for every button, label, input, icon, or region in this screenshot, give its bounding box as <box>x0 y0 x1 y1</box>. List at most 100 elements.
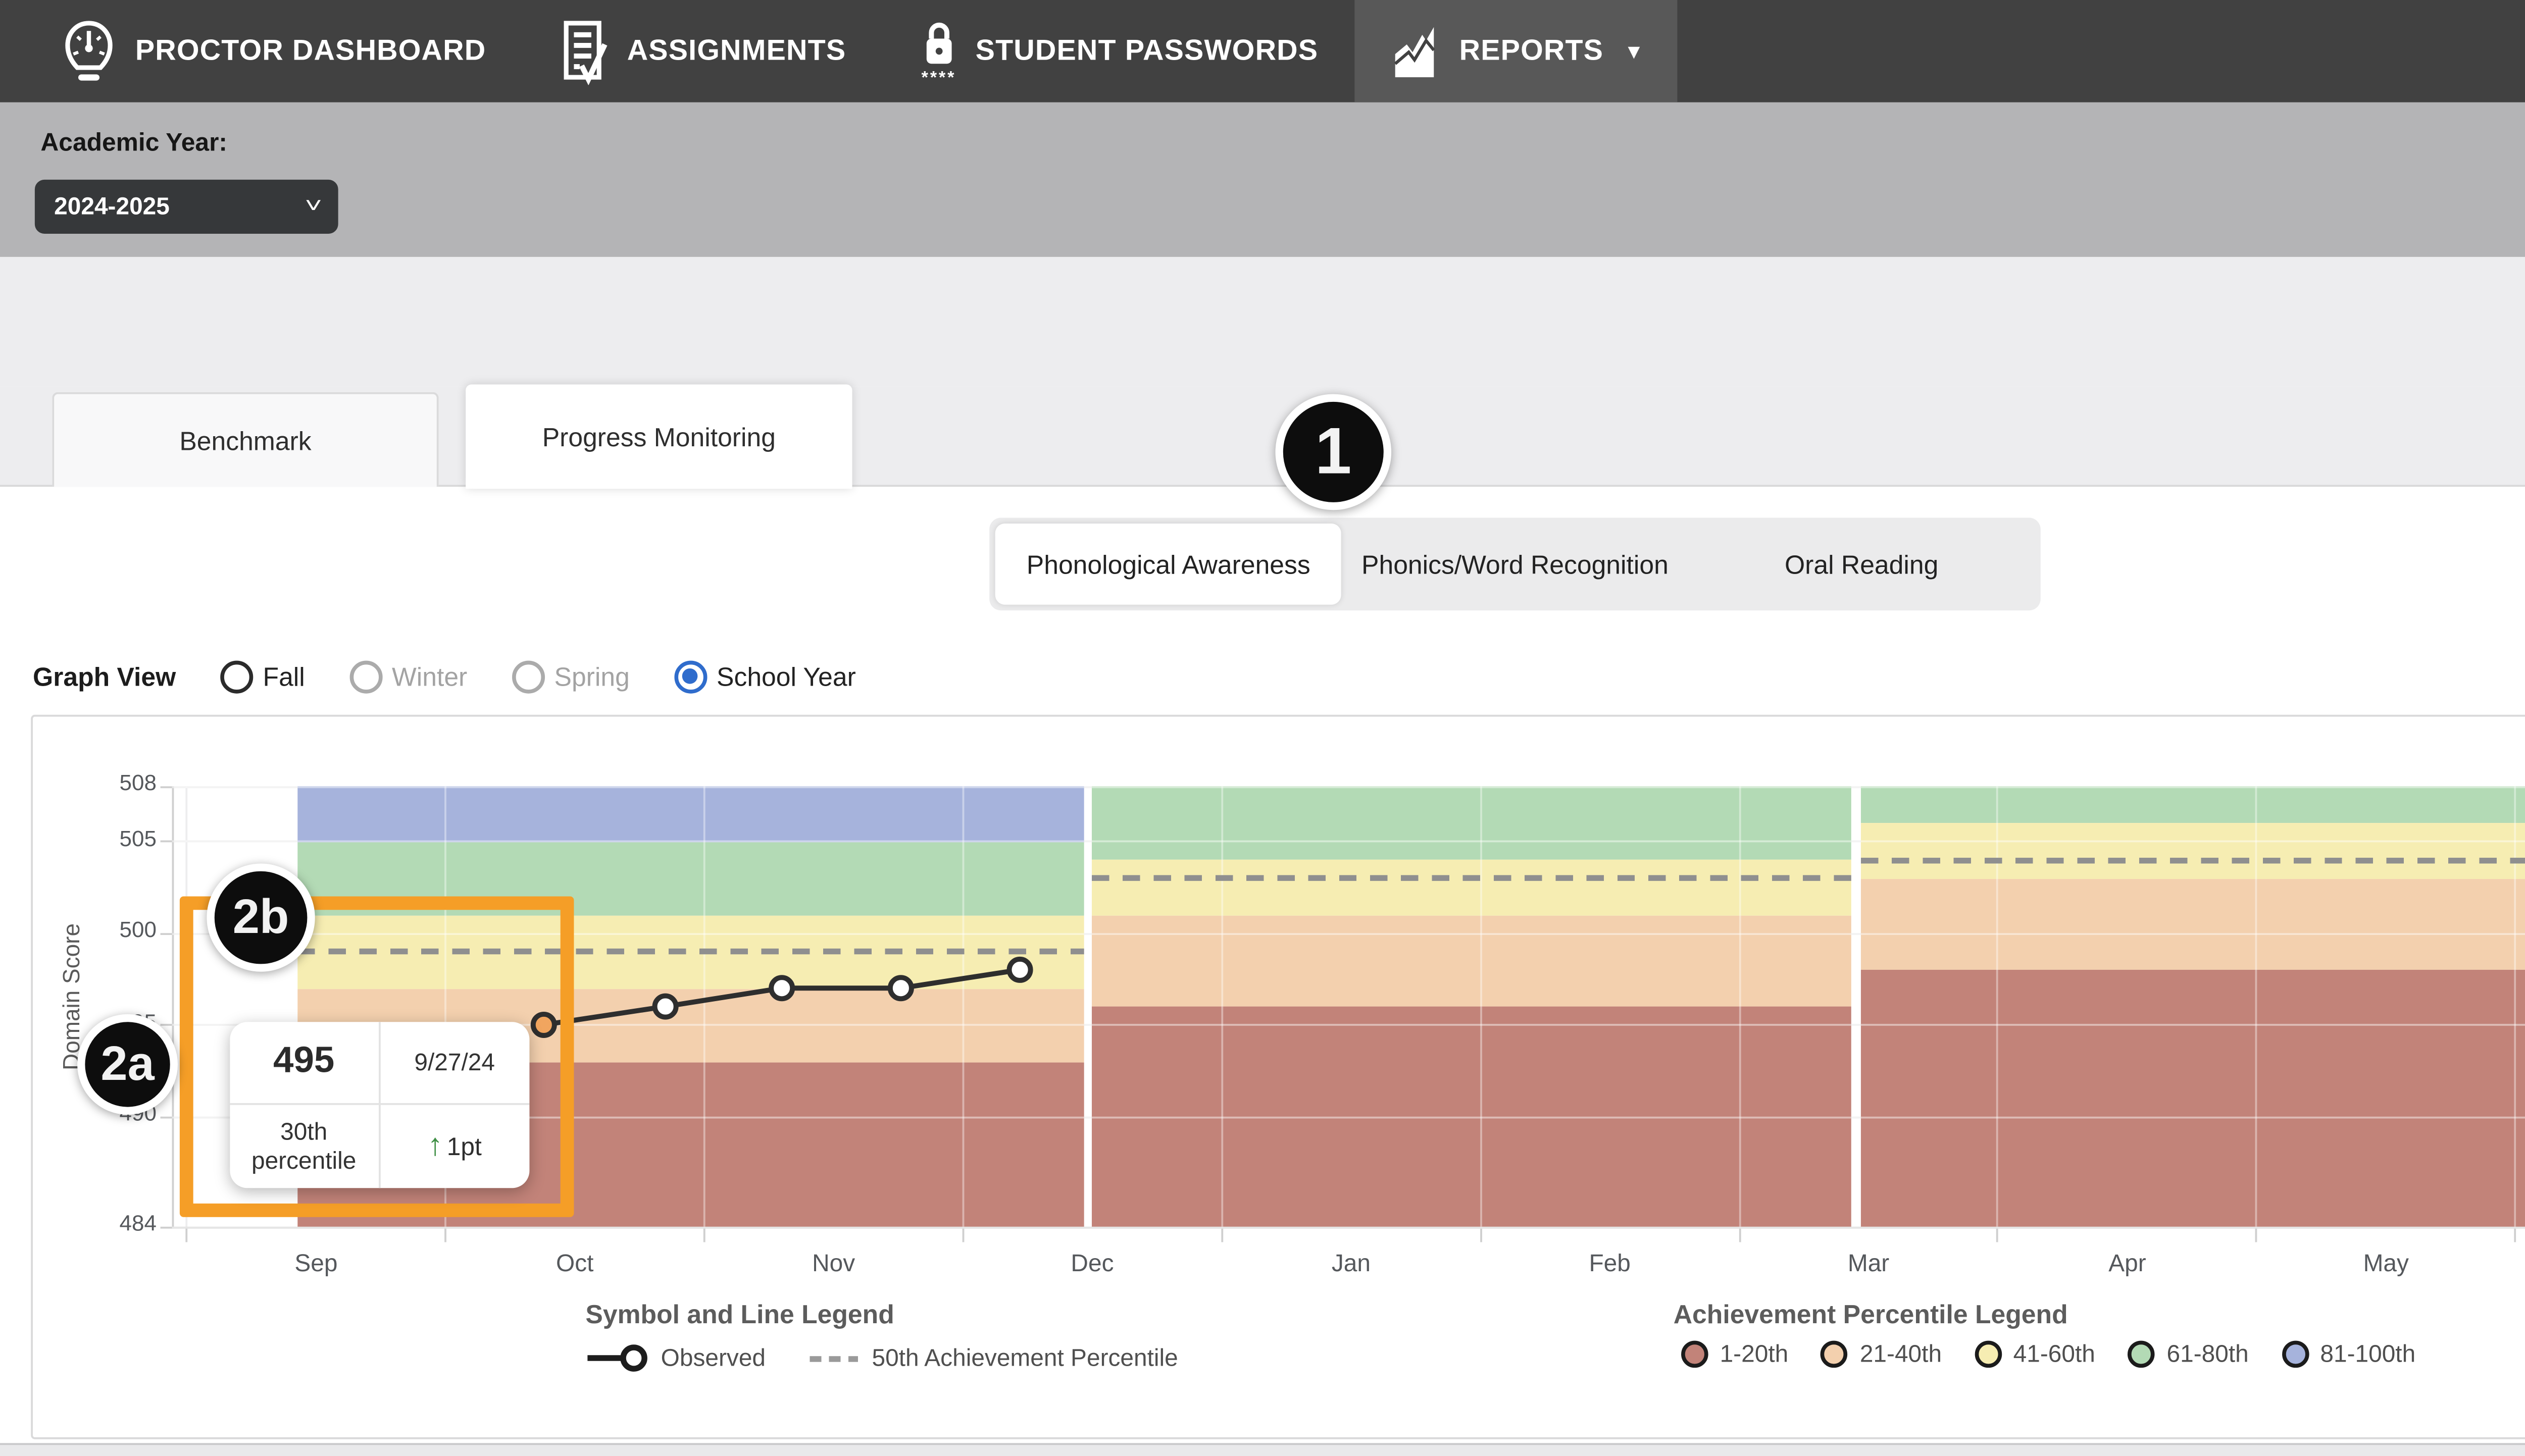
annotation-step-2a: 2a <box>77 1014 178 1115</box>
gauge-icon <box>60 18 118 84</box>
academic-year-label: Academic Year: <box>40 128 227 157</box>
tooltip-percentile: 30th percentile <box>236 1118 372 1176</box>
tooltip-date: 9/27/24 <box>414 1049 495 1076</box>
arrow-up-icon: ↑ <box>427 1131 443 1162</box>
radio-button-icon <box>220 660 253 693</box>
x-tick-mark <box>962 1227 964 1242</box>
percentile-legend-label: 21-40th <box>1860 1341 1942 1368</box>
y-tick-mark <box>161 1116 172 1118</box>
radio-label: Fall <box>263 662 305 691</box>
observed-point[interactable] <box>771 977 792 999</box>
radio-school-year[interactable]: School Year <box>674 660 856 693</box>
percentile-legend-label: 1-20th <box>1720 1341 1789 1368</box>
observed-point[interactable] <box>1009 959 1031 980</box>
tooltip-date-cell: 9/27/24 <box>380 1022 530 1105</box>
graph-view-label: Graph View <box>33 662 176 691</box>
y-tick-mark <box>161 932 172 934</box>
subtab-oral-reading[interactable]: Oral Reading <box>1688 524 2035 605</box>
x-tick-mark <box>1221 1227 1223 1242</box>
x-month-label: Oct <box>517 1250 633 1277</box>
symbol-legend-title: Symbol and Line Legend <box>585 1300 894 1329</box>
subtab-label: Oral Reading <box>1785 550 1938 579</box>
nav-item-reports[interactable]: REPORTS ▾ <box>1355 0 1677 102</box>
percentile-legend-item: 1-20th <box>1681 1341 1788 1368</box>
y-tick-mark <box>161 1024 172 1026</box>
academic-year-value: 2024-2025 <box>54 193 170 221</box>
x-month-label: Sep <box>258 1250 374 1277</box>
password-stars: **** <box>921 72 956 83</box>
percentile-legend-item: 21-40th <box>1821 1341 1942 1368</box>
chevron-down-icon: ▾ <box>1629 39 1640 64</box>
tab-benchmark[interactable]: Benchmark <box>52 392 438 487</box>
tab-progress-monitoring[interactable]: Progress Monitoring <box>466 384 852 489</box>
radio-label: Winter <box>392 662 467 691</box>
tooltip-score-cell: 495 <box>230 1022 380 1105</box>
subtab-label: Phonological Awareness <box>1027 550 1310 579</box>
radio-label: Spring <box>554 662 629 691</box>
y-tick-mark <box>161 841 172 843</box>
percentile-legend-item: 41-60th <box>1975 1341 2095 1368</box>
annotation-number: 2b <box>233 890 289 946</box>
radio-button-icon <box>674 660 707 693</box>
data-point-tooltip: 495 9/27/24 30th percentile ↑ 1pt <box>230 1022 529 1188</box>
bottom-page-strip <box>0 1443 2525 1456</box>
nav-label: PROCTOR DASHBOARD <box>135 35 486 68</box>
top-navbar: PROCTOR DASHBOARD ASSIGNMENTS **** STUDE… <box>0 0 2525 102</box>
x-month-label: Dec <box>1034 1250 1150 1277</box>
x-month-label: Apr <box>2069 1250 2186 1277</box>
x-tick-mark <box>1738 1227 1740 1242</box>
x-tick-mark <box>1997 1227 1999 1242</box>
y-tick-mark <box>161 785 172 787</box>
x-month-label: Nov <box>776 1250 892 1277</box>
y-tick-mark <box>161 1226 172 1228</box>
clipboard-check-icon <box>560 18 610 84</box>
x-tick-mark <box>2514 1227 2516 1242</box>
subtab-phonological-awareness[interactable]: Phonological Awareness <box>995 524 1342 605</box>
percentile-swatch-icon <box>1821 1341 1848 1368</box>
percentile-swatch-icon <box>2282 1341 2309 1368</box>
subtab-phonics-word-recognition[interactable]: Phonics/Word Recognition <box>1342 524 1688 605</box>
nav-item-student-passwords[interactable]: **** STUDENT PASSWORDS <box>883 0 1355 102</box>
toolbar: Academic Year: 2024-2025 ˅ Print <box>0 102 2525 257</box>
x-month-label: Feb <box>1552 1250 1668 1277</box>
domain-subtabs: Phonological Awareness Phonics/Word Reco… <box>989 518 2041 611</box>
observed-point[interactable] <box>655 996 676 1017</box>
y-tick-label: 505 <box>79 828 157 851</box>
observed-line-icon <box>587 1342 649 1373</box>
y-tick-label: 484 <box>79 1213 157 1236</box>
radio-spring[interactable]: Spring <box>512 660 630 693</box>
radio-button-icon <box>512 660 544 693</box>
nav-item-proctor-dashboard[interactable]: PROCTOR DASHBOARD <box>23 0 523 102</box>
radio-winter[interactable]: Winter <box>349 660 467 693</box>
nav-label: ASSIGNMENTS <box>627 35 846 68</box>
y-tick-label: 508 <box>79 773 157 796</box>
tooltip-change-value: 1pt <box>447 1132 482 1161</box>
x-tick-mark <box>2256 1227 2258 1242</box>
percentile-swatch-icon <box>2128 1341 2155 1368</box>
percentile-swatch-icon <box>1975 1341 2002 1368</box>
symbol-legend-row: Observed 50th Achievement Percentile <box>587 1342 1178 1373</box>
academic-year-select[interactable]: 2024-2025 ˅ <box>35 180 338 234</box>
x-tick-mark <box>186 1227 188 1242</box>
tooltip-score: 495 <box>273 1041 334 1083</box>
percentile-legend-item: 61-80th <box>2128 1341 2249 1368</box>
tab-bar: Benchmark Progress Monitoring <box>0 386 2525 487</box>
content-area: Phonological Awareness Phonics/Word Reco… <box>0 487 2525 1456</box>
radio-fall[interactable]: Fall <box>220 660 305 693</box>
nav-item-assignments[interactable]: ASSIGNMENTS <box>523 0 883 102</box>
x-tick-mark <box>1480 1227 1482 1242</box>
x-tick-mark <box>444 1227 446 1242</box>
annotation-step-1: 1 <box>1275 394 1391 510</box>
nav-label: REPORTS <box>1459 35 1604 68</box>
nav-label: STUDENT PASSWORDS <box>976 35 1319 68</box>
radio-button-icon <box>349 660 382 693</box>
page: PROCTOR DASHBOARD ASSIGNMENTS **** STUDE… <box>0 0 2525 1456</box>
observed-point[interactable] <box>890 977 912 999</box>
percentile-legend-item: 81-100th <box>2282 1341 2415 1368</box>
percentile-legend-row: 1-20th 21-40th 41-60th 61-80th 81-100th <box>1681 1341 2415 1368</box>
median-dash-icon <box>810 1355 858 1361</box>
tooltip-change: ↑ 1pt <box>427 1131 481 1162</box>
subtab-label: Phonics/Word Recognition <box>1361 550 1669 579</box>
percentile-swatch-icon <box>1681 1341 1708 1368</box>
percentile-legend-label: 81-100th <box>2320 1341 2415 1368</box>
